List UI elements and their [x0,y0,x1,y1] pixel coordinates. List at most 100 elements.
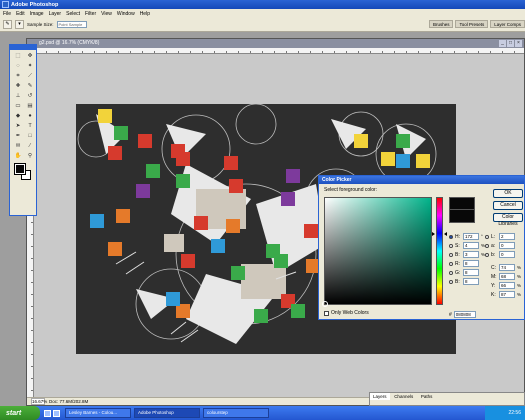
type-tool-icon[interactable]: T [25,122,35,131]
palette-tab-tool-presets[interactable]: Tool Presets [455,20,489,28]
start-button[interactable]: start [0,406,40,420]
app-title: Adobe Photoshop [11,1,59,8]
close-icon[interactable]: × [515,40,522,47]
minimize-icon[interactable]: _ [499,40,506,47]
lab-b-row: b: 0 [485,250,515,259]
color-picker-title: Color Picker [319,176,524,184]
menu-select[interactable]: Select [66,11,80,17]
lab-fields: L: 2 a: 0 b: 0 [485,232,515,259]
tab-paths[interactable]: Paths [418,393,436,400]
green-label: G: [455,269,461,276]
shape-tool-icon[interactable]: □ [25,132,35,141]
eraser-tool-icon[interactable]: ▭ [13,102,23,111]
hand-tool-icon[interactable]: ✋ [13,152,23,161]
hex-row: # 080808 [449,311,476,318]
clone-stamp-tool-icon[interactable]: ⊥ [13,92,23,101]
pen-tool-icon[interactable]: ✒ [13,132,23,141]
menu-filter[interactable]: Filter [85,11,96,17]
saturation-radio[interactable] [449,243,453,248]
tab-channels[interactable]: Channels [391,393,416,400]
taskbar-item-photoshop[interactable]: Adobe Photoshop [134,408,200,418]
cyan-label: C: [491,264,496,271]
hue-slider-right-arrow-icon[interactable] [444,232,447,236]
palette-tab-brushes[interactable]: Brushes [428,20,454,28]
foreground-color-swatch[interactable] [14,163,26,175]
document-window-controls: _ □ × [498,40,522,47]
hue-input[interactable]: 172 [463,233,479,240]
cmyk-fields: C: 74% M: 68% Y: 66% K: 87% [491,263,521,299]
green-radio[interactable] [449,270,453,275]
saturation-input[interactable]: 4 [463,242,479,249]
notes-tool-icon[interactable]: ✉ [13,142,23,151]
tab-layers[interactable]: Layers [370,393,390,400]
menu-view[interactable]: View [101,11,112,17]
lab-b-radio[interactable] [485,252,489,257]
lab-b-input[interactable]: 0 [499,251,515,258]
move-tool-icon[interactable]: ✥ [25,52,35,61]
slice-tool-icon[interactable]: ⟋ [25,72,35,81]
brightness-input[interactable]: 3 [463,251,479,258]
browser-icon[interactable] [53,409,60,417]
document-title: g2.psd @ 16.7% (CMYK/8) [39,40,100,46]
crop-tool-icon[interactable]: ⌗ [13,72,23,81]
hue-radio[interactable] [449,234,453,239]
menu-layer[interactable]: Layer [49,11,62,17]
blue-radio[interactable] [449,279,453,284]
eyedropper-tool-icon[interactable]: ⁄ [25,142,35,151]
yellow-input[interactable]: 66 [499,282,515,289]
zoom-tool-icon[interactable]: ⚲ [25,152,35,161]
lasso-tool-icon[interactable]: ◌ [13,62,23,71]
color-libraries-button[interactable]: Color Libraries [493,213,523,227]
zoom-field[interactable]: 16.67% [31,398,47,405]
desktop-icon[interactable] [44,409,51,417]
menu-file[interactable]: File [3,11,11,17]
cancel-button[interactable]: Cancel [493,201,523,210]
menu-window[interactable]: Window [117,11,135,17]
menu-image[interactable]: Image [30,11,44,17]
red-radio[interactable] [449,261,453,266]
healing-brush-tool-icon[interactable]: ✚ [13,82,23,91]
gradient-tool-icon[interactable]: ▤ [25,102,35,111]
marquee-tool-icon[interactable]: ⬚ [13,52,23,61]
red-input[interactable]: 8 [463,260,479,267]
color-cursor[interactable] [322,301,328,307]
path-selection-tool-icon[interactable]: ➤ [13,122,23,131]
cyan-input[interactable]: 74 [499,264,515,271]
blue-input[interactable]: 8 [463,278,479,285]
tools-grid: ⬚ ✥ ◌ ✦ ⌗ ⟋ ✚ ✎ ⊥ ↺ ▭ ▤ ◆ ● ➤ T ✒ □ ✉ ⁄ … [10,50,36,161]
magenta-input[interactable]: 68 [499,273,515,280]
saturation-brightness-field[interactable] [322,197,432,307]
palette-tab-layer-comps[interactable]: Layer Comps [490,20,525,28]
hue-slider-left-arrow-icon[interactable] [432,232,435,236]
lab-l-input[interactable]: 2 [499,233,515,240]
brush-tool-icon[interactable]: ✎ [25,82,35,91]
history-brush-tool-icon[interactable]: ↺ [25,92,35,101]
taskbar-item-folder[interactable]: colourstep [203,408,269,418]
lab-l-radio[interactable] [485,234,489,239]
blue-label: B: [455,278,460,285]
lab-a-radio[interactable] [485,243,489,248]
green-input[interactable]: 8 [463,269,479,276]
tool-preset-picker[interactable]: ▾ [15,20,24,29]
magenta-label: M: [491,273,497,280]
hex-input[interactable]: 080808 [453,311,476,318]
dodge-tool-icon[interactable]: ● [25,112,35,121]
blur-tool-icon[interactable]: ◆ [13,112,23,121]
sample-size-select[interactable]: Point Sample [56,21,87,28]
magic-wand-tool-icon[interactable]: ✦ [25,62,35,71]
hue-slider[interactable] [436,197,443,305]
lab-b-label: b: [491,251,496,258]
maximize-icon[interactable]: □ [507,40,514,47]
yellow-label: Y: [491,282,496,289]
menu-edit[interactable]: Edit [16,11,25,17]
current-color-swatch[interactable] [449,210,475,223]
eyedropper-icon[interactable]: ✎ [3,20,12,29]
ok-button[interactable]: OK [493,189,523,198]
taskbar-item-browser[interactable]: Lesley Barnes - Colou... [65,408,131,418]
lab-a-input[interactable]: 0 [499,242,515,249]
taskbar: start Lesley Barnes - Colou... Adobe Pho… [0,406,525,420]
menu-help[interactable]: Help [140,11,150,17]
brightness-radio[interactable] [449,252,453,257]
only-web-colors-checkbox[interactable] [324,310,329,316]
black-input[interactable]: 87 [499,291,515,298]
